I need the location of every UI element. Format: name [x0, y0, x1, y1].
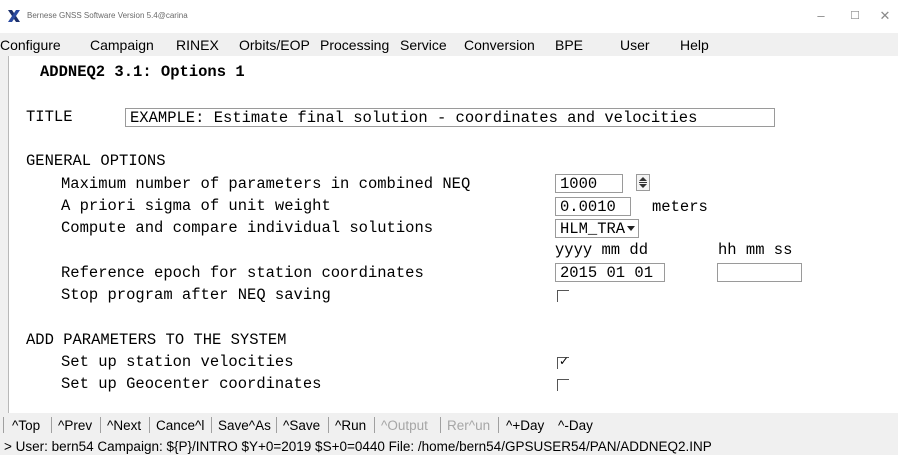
time-format-label: hh mm ss [718, 241, 793, 259]
menu-campaign[interactable]: Campaign [90, 37, 154, 53]
minimize-button[interactable]: – [808, 6, 834, 26]
geocenter-label: Set up Geocenter coordinates [61, 375, 322, 393]
menu-help[interactable]: Help [680, 37, 709, 53]
output-button[interactable]: ^Output [381, 418, 428, 433]
maximize-button[interactable]: ☐ [842, 6, 868, 26]
max-params-label: Maximum number of parameters in combined… [61, 175, 471, 193]
sigma-input[interactable]: 0.0010 [555, 197, 631, 216]
geocenter-checkbox[interactable] [557, 379, 569, 391]
menu-conversion[interactable]: Conversion [464, 37, 535, 53]
checkmark-icon: ✓ [559, 354, 570, 368]
status-text: > User: bern54 Campaign: ${P}/INTRO $Y+0… [4, 439, 712, 454]
chevron-down-icon[interactable] [627, 226, 635, 231]
plus-day-button[interactable]: ^+Day [506, 418, 544, 433]
panel-header: ADDNEQ2 3.1: Options 1 [40, 63, 245, 81]
general-options-heading: GENERAL OPTIONS [26, 152, 166, 170]
menu-processing[interactable]: Processing [320, 37, 389, 53]
title-label: TITLE [26, 108, 73, 126]
title-bar: Bernese GNSS Software Version 5.4@carina… [0, 0, 898, 33]
menu-orbits-eop[interactable]: Orbits/EOP [239, 37, 310, 53]
window-title: Bernese GNSS Software Version 5.4@carina [27, 11, 188, 20]
date-format-label: yyyy mm dd [555, 241, 649, 259]
minus-day-button[interactable]: ^-Day [558, 418, 593, 433]
top-button[interactable]: ^Top [12, 418, 40, 433]
options-panel: ADDNEQ2 3.1: Options 1 TITLE EXAMPLE: Es… [8, 56, 898, 413]
status-bar: > User: bern54 Campaign: ${P}/INTRO $Y+0… [0, 437, 898, 455]
prev-button[interactable]: ^Prev [58, 418, 92, 433]
stop-checkbox[interactable] [557, 290, 569, 302]
epoch-date-input[interactable]: 2015 01 01 [555, 263, 665, 282]
menu-configure[interactable]: Configure [0, 37, 61, 53]
epoch-label: Reference epoch for station coordinates [61, 264, 424, 282]
menu-service[interactable]: Service [400, 37, 447, 53]
save-button[interactable]: ^Save [283, 418, 320, 433]
close-button[interactable]: ✕ [872, 6, 898, 26]
menu-rinex[interactable]: RINEX [176, 37, 219, 53]
next-button[interactable]: ^Next [107, 418, 141, 433]
menu-bar: Configure Campaign RINEX Orbits/EOP Proc… [0, 33, 898, 55]
sigma-unit: meters [652, 198, 708, 216]
menu-user[interactable]: User [620, 37, 650, 53]
compare-label: Compute and compare individual solutions [61, 219, 434, 237]
add-parameters-heading: ADD PARAMETERS TO THE SYSTEM [26, 331, 287, 349]
cancel-button[interactable]: Cance^l [156, 418, 204, 433]
save-as-button[interactable]: Save^As [218, 418, 271, 433]
max-params-input[interactable]: 1000 [555, 174, 623, 193]
bottom-toolbar: ^Top ^Prev ^Next Cance^l Save^As ^Save ^… [0, 413, 898, 437]
spin-stepper-icon[interactable] [636, 174, 650, 191]
x-logo-icon [8, 10, 20, 22]
velocities-label: Set up station velocities [61, 353, 294, 371]
velocities-checkbox[interactable]: ✓ [557, 354, 570, 369]
stop-label: Stop program after NEQ saving [61, 286, 331, 304]
sigma-label: A priori sigma of unit weight [61, 197, 331, 215]
rerun-button[interactable]: Rer^un [447, 418, 490, 433]
title-input[interactable]: EXAMPLE: Estimate final solution - coord… [125, 108, 775, 127]
menu-bpe[interactable]: BPE [555, 37, 583, 53]
epoch-time-input[interactable] [717, 263, 802, 282]
run-button[interactable]: ^Run [335, 418, 366, 433]
